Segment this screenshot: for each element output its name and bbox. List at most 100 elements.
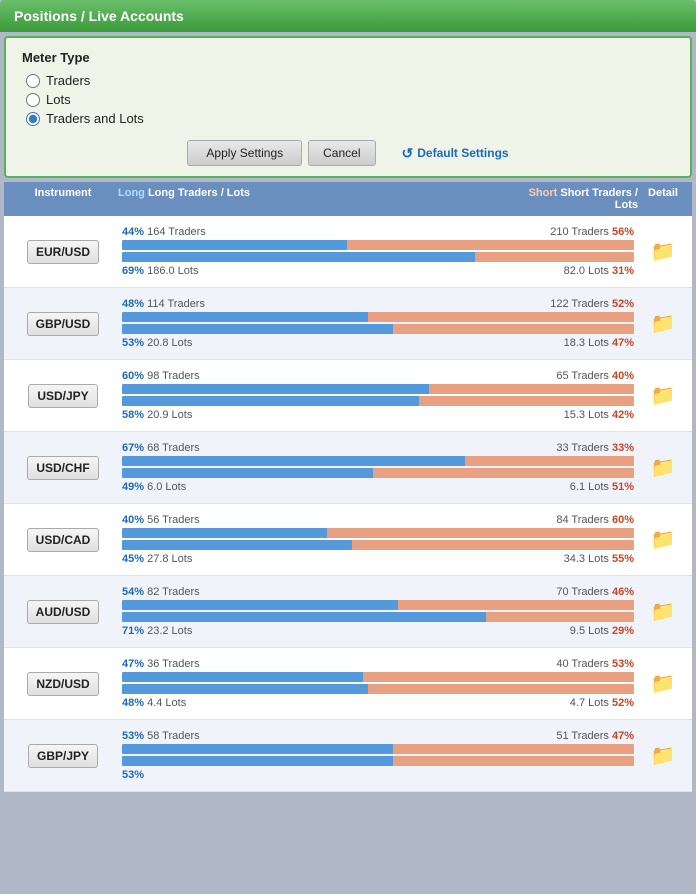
folder-icon[interactable]: 📁 (651, 311, 676, 336)
apply-settings-button[interactable]: Apply Settings (187, 140, 302, 166)
radio-traders[interactable]: Traders (26, 73, 674, 88)
short-bar (368, 312, 634, 322)
short-lots: 6.1 Lots (570, 481, 612, 493)
cancel-button[interactable]: Cancel (308, 140, 375, 166)
short-lots-pct: 51% (612, 481, 634, 493)
table-row: GBP/JPY 53% 58 Traders 51 Traders 47% (4, 720, 692, 792)
bars-container (122, 384, 634, 406)
th-instrument: Instrument (8, 187, 118, 211)
short-lots-pct: 55% (612, 553, 634, 565)
detail-cell[interactable]: 📁 (638, 455, 688, 480)
traders-row: 54% 82 Traders 70 Traders 46% (122, 586, 634, 598)
long-lots-pct: 58% (122, 409, 144, 421)
short-pct: 56% (612, 226, 634, 238)
traders-row: 48% 114 Traders 122 Traders 52% (122, 298, 634, 310)
short-pct: 40% (612, 370, 634, 382)
lots-bar (122, 612, 634, 622)
folder-icon[interactable]: 📁 (651, 671, 676, 696)
detail-cell[interactable]: 📁 (638, 599, 688, 624)
default-settings-link[interactable]: ↺ Default Settings (402, 145, 509, 162)
detail-cell[interactable]: 📁 (638, 743, 688, 768)
th-long-label: Long Traders / Lots (148, 187, 250, 199)
short-lots-pct: 31% (612, 265, 634, 277)
radio-traders-and-lots-input[interactable] (26, 112, 40, 126)
long-bar (122, 240, 347, 250)
instrument-cell: GBP/USD (8, 312, 118, 336)
detail-cell[interactable]: 📁 (638, 311, 688, 336)
long-lots: 27.8 Lots (144, 553, 192, 565)
long-lots-bar (122, 684, 368, 694)
short-lots-bar (475, 252, 634, 262)
lots-row: 71% 23.2 Lots 9.5 Lots 29% (122, 625, 634, 637)
instrument-cell: GBP/JPY (8, 744, 118, 768)
long-lots-pct: 49% (122, 481, 144, 493)
radio-lots-input[interactable] (26, 93, 40, 107)
lots-row: 49% 6.0 Lots 6.1 Lots 51% (122, 481, 634, 493)
short-lots: 4.7 Lots (570, 697, 612, 709)
th-short: Short Short Traders / Lots (508, 187, 638, 211)
long-lots-pct: 53% (122, 769, 144, 781)
detail-cell[interactable]: 📁 (638, 671, 688, 696)
instrument-badge: AUD/USD (27, 600, 100, 624)
instrument-badge: USD/JPY (28, 384, 98, 408)
short-lots-pct: 47% (612, 337, 634, 349)
settings-panel: Meter Type Traders Lots Traders and Lots… (4, 36, 692, 178)
instrument-cell: USD/CHF (8, 456, 118, 480)
lots-bar (122, 324, 634, 334)
detail-cell[interactable]: 📁 (638, 239, 688, 264)
short-lots-bar (373, 468, 634, 478)
data-cell: 48% 114 Traders 122 Traders 52% 53% 20.8 (118, 298, 638, 349)
radio-traders-input[interactable] (26, 74, 40, 88)
lots-bar (122, 396, 634, 406)
short-pct: 33% (612, 442, 634, 454)
table-header: Instrument Long Long Traders / Lots Shor… (4, 182, 692, 216)
long-pct: 44% (122, 226, 144, 238)
settings-buttons: Apply Settings Cancel ↺ Default Settings (22, 140, 674, 166)
detail-cell[interactable]: 📁 (638, 527, 688, 552)
traders-row: 44% 164 Traders 210 Traders 56% (122, 226, 634, 238)
detail-cell[interactable]: 📁 (638, 383, 688, 408)
folder-icon[interactable]: 📁 (651, 599, 676, 624)
folder-icon[interactable]: 📁 (651, 455, 676, 480)
refresh-icon: ↺ (402, 145, 414, 162)
short-lots: 82.0 Lots (564, 265, 612, 277)
radio-traders-and-lots-label: Traders and Lots (46, 111, 144, 126)
long-bar (122, 528, 327, 538)
folder-icon[interactable]: 📁 (651, 383, 676, 408)
long-lots-bar (122, 468, 373, 478)
short-traders: 65 Traders (556, 370, 612, 382)
traders-bar (122, 672, 634, 682)
instrument-badge: USD/CAD (27, 528, 100, 552)
lots-row: 53% (122, 769, 634, 781)
data-cell: 67% 68 Traders 33 Traders 33% 49% 6.0 Lo (118, 442, 638, 493)
meter-type-label: Meter Type (22, 50, 674, 65)
folder-icon[interactable]: 📁 (651, 527, 676, 552)
short-traders: 40 Traders (556, 658, 612, 670)
short-bar (347, 240, 634, 250)
data-cell: 53% 58 Traders 51 Traders 47% 53% (118, 730, 638, 781)
short-traders: 122 Traders (550, 298, 612, 310)
lots-row: 58% 20.9 Lots 15.3 Lots 42% (122, 409, 634, 421)
data-cell: 44% 164 Traders 210 Traders 56% 69% 186. (118, 226, 638, 277)
traders-bar (122, 312, 634, 322)
long-traders: 56 Traders (144, 514, 200, 526)
traders-bar (122, 240, 634, 250)
folder-icon[interactable]: 📁 (651, 239, 676, 264)
instrument-badge: GBP/USD (27, 312, 100, 336)
long-lots-bar (122, 612, 486, 622)
instrument-badge: EUR/USD (27, 240, 99, 264)
long-pct: 67% (122, 442, 144, 454)
table-row: USD/JPY 60% 98 Traders 65 Traders 40% (4, 360, 692, 432)
radio-lots[interactable]: Lots (26, 92, 674, 107)
long-lots: 4.4 Lots (144, 697, 186, 709)
radio-traders-and-lots[interactable]: Traders and Lots (26, 111, 674, 126)
folder-icon[interactable]: 📁 (651, 743, 676, 768)
short-traders: 33 Traders (556, 442, 612, 454)
data-cell: 47% 36 Traders 40 Traders 53% 48% 4.4 Lo (118, 658, 638, 709)
bars-container (122, 744, 634, 766)
long-lots: 20.8 Lots (144, 337, 192, 349)
traders-row: 60% 98 Traders 65 Traders 40% (122, 370, 634, 382)
long-traders: 68 Traders (144, 442, 200, 454)
traders-bar (122, 384, 634, 394)
th-short-label: Short Traders / Lots (560, 187, 638, 211)
